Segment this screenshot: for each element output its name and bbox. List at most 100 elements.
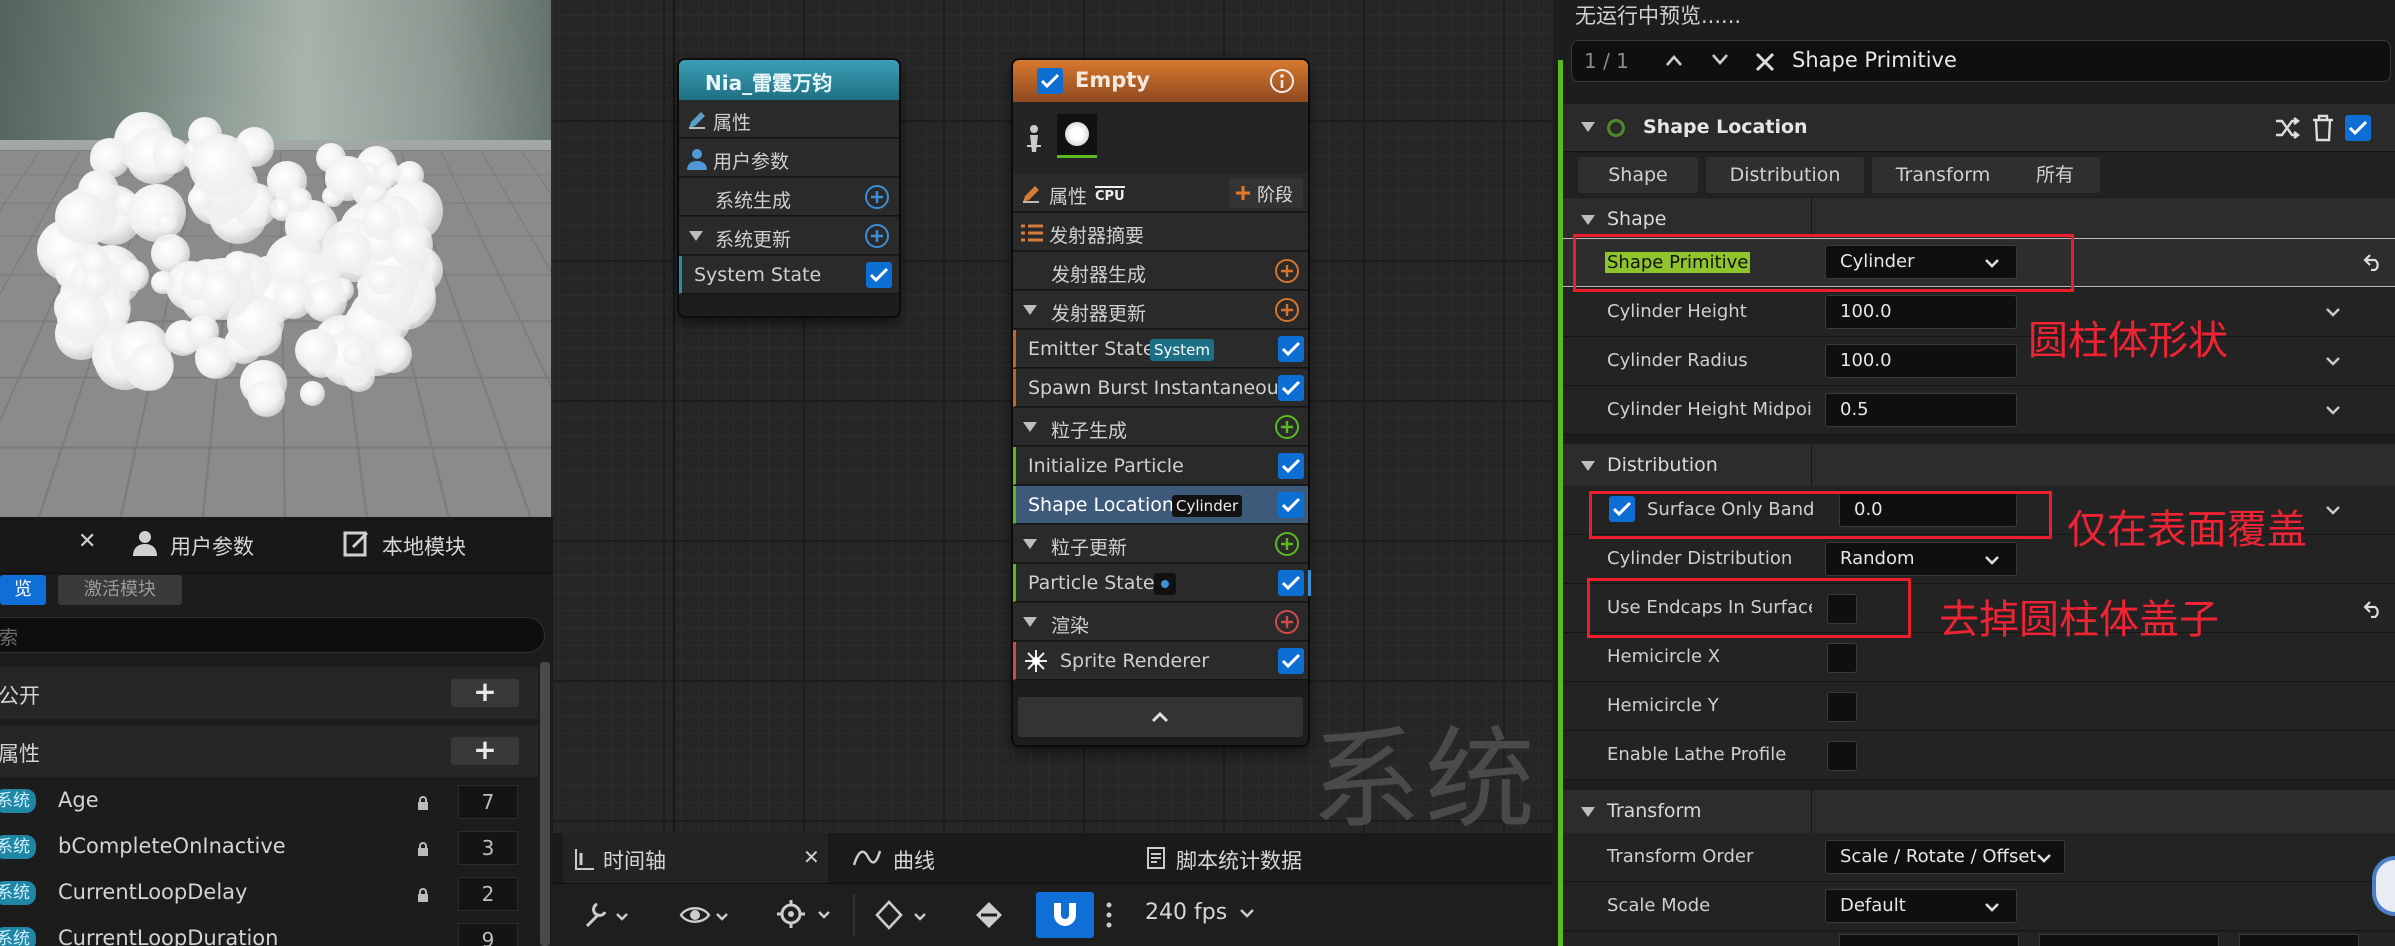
module-sprite-renderer[interactable]: Sprite Renderer (1013, 642, 1308, 680)
info-icon[interactable] (1269, 68, 1295, 94)
collapse-triangle-icon[interactable] (1023, 617, 1037, 627)
emitter-enabled-checkbox[interactable] (1037, 68, 1063, 94)
filter-tab-all[interactable]: 所有 (2010, 157, 2100, 193)
emitter-summary-row[interactable]: 发射器摘要 (1013, 213, 1308, 251)
shuffle-icon[interactable] (2275, 116, 2301, 140)
attribute-row[interactable]: 系统 CurrentLoopDelay 2 (0, 876, 538, 912)
prop-transform-order[interactable]: Transform Order Scale / Rotate / Offset (1563, 833, 2395, 882)
chevron-down-icon[interactable] (2325, 505, 2341, 515)
close-icon[interactable]: ✕ (78, 529, 96, 554)
trash-icon[interactable] (2311, 114, 2335, 142)
tab-script-stats[interactable]: 脚本统计数据 (1176, 845, 1302, 875)
distribution-dropdown[interactable]: Random (1825, 542, 2017, 576)
scrollbar-thumb[interactable] (540, 662, 550, 946)
add-circle-icon[interactable] (1275, 532, 1299, 556)
enabled-checkbox[interactable] (1278, 336, 1304, 362)
system-node-header[interactable]: Nia_雷霆万钧 (679, 60, 899, 100)
collapse-triangle-icon[interactable] (1023, 305, 1037, 315)
lathe-profile-checkbox[interactable] (1827, 741, 1857, 771)
snap-key-icon[interactable] (973, 900, 1005, 930)
reset-arrow-icon[interactable] (2363, 600, 2383, 618)
module-particle-state[interactable]: Particle State (1013, 564, 1311, 602)
cylinder-height-input[interactable]: 100.0 (1825, 295, 2017, 329)
enabled-checkbox[interactable] (866, 262, 892, 288)
more-options-icon[interactable] (1106, 902, 1112, 928)
attribute-row[interactable]: 系统 bCompleteOnInactive 3 (0, 830, 538, 866)
system-node[interactable]: Nia_雷霆万钧 属性 用户参数 系统生成 系统更新 System State (679, 60, 899, 316)
filter-tab-shape[interactable]: Shape (1578, 157, 1698, 193)
add-circle-icon[interactable] (1275, 610, 1299, 634)
preview-viewport[interactable] (0, 0, 553, 517)
collapse-triangle-icon[interactable] (1023, 539, 1037, 549)
module-initialize-particle[interactable]: Initialize Particle (1013, 447, 1308, 485)
chevron-down-icon[interactable] (2325, 405, 2341, 415)
system-state-row[interactable]: System State (679, 256, 899, 294)
particle-update-row[interactable]: 粒子更新 (1013, 525, 1308, 563)
details-search-bar[interactable]: 1 / 1 Shape Primitive (1571, 40, 2391, 82)
filter-tab-transform[interactable]: Transform (1872, 157, 2014, 193)
module-enabled-checkbox[interactable] (2345, 115, 2371, 141)
module-spawn-burst[interactable]: Spawn Burst Instantaneous (1013, 369, 1308, 407)
collapse-node-button[interactable] (1018, 697, 1303, 737)
emitter-node[interactable]: Empty 属性 CPU 阶段 发射器摘要 发射器生成 发射器更新 Emitte… (1013, 60, 1311, 745)
magnet-snap-button[interactable] (1036, 892, 1094, 938)
collapse-triangle-icon[interactable] (689, 231, 703, 241)
add-circle-icon[interactable] (1275, 415, 1299, 439)
category-transform[interactable]: Transform (1563, 790, 2395, 834)
enabled-checkbox[interactable] (1278, 453, 1304, 479)
collapse-triangle-icon[interactable] (1023, 422, 1037, 432)
height-midpoint-input[interactable]: 0.5 (1825, 393, 2017, 427)
scale-mode-dropdown[interactable]: Default (1825, 889, 2017, 923)
chevron-down-icon[interactable] (1710, 53, 1730, 67)
keyframe-icon[interactable] (875, 900, 933, 930)
collapse-triangle-icon[interactable] (1581, 215, 1595, 225)
add-stage-button[interactable]: 阶段 (1229, 178, 1303, 208)
subtab-overview[interactable]: 览 (0, 575, 46, 605)
add-circle-icon[interactable] (865, 224, 889, 248)
enabled-checkbox[interactable] (1278, 570, 1304, 596)
module-header[interactable]: Shape Location (1563, 104, 2395, 152)
sprite-thumbnail[interactable] (1057, 114, 1097, 158)
enabled-checkbox[interactable] (1278, 648, 1304, 674)
cylinder-radius-input[interactable]: 100.0 (1825, 344, 2017, 378)
gear-icon[interactable] (775, 898, 835, 930)
section-attributes[interactable]: 属性 + (0, 725, 538, 777)
system-user-params-row[interactable]: 用户参数 (679, 139, 899, 177)
chevron-up-icon[interactable] (1664, 53, 1684, 67)
system-spawn-row[interactable]: 系统生成 (679, 178, 899, 216)
add-circle-icon[interactable] (1275, 298, 1299, 322)
scrollbar-track[interactable] (540, 662, 550, 946)
emitter-spawn-row[interactable]: 发射器生成 (1013, 252, 1308, 290)
fps-dropdown[interactable]: 240 fps (1145, 900, 1227, 925)
search-input[interactable]: 索 (0, 617, 545, 653)
chevron-down-icon[interactable] (2325, 356, 2341, 366)
add-attribute-button[interactable]: + (451, 736, 519, 765)
render-row[interactable]: 渲染 (1013, 603, 1308, 641)
close-icon[interactable] (1754, 51, 1776, 73)
hemicircle-x-checkbox[interactable] (1827, 643, 1857, 673)
attribute-row[interactable]: 系统 Age 7 (0, 784, 538, 820)
category-distribution[interactable]: Distribution (1563, 444, 2395, 488)
transform-order-dropdown[interactable]: Scale / Rotate / Offset (1825, 840, 2065, 874)
wrench-icon[interactable] (583, 900, 631, 930)
prop-cylinder-height[interactable]: Cylinder Height 100.0 (1563, 288, 2395, 337)
module-shape-location[interactable]: Shape Location Cylinder (1013, 486, 1308, 524)
tab-user-params[interactable]: 用户参数 (170, 531, 254, 561)
system-update-row[interactable]: 系统更新 (679, 217, 899, 255)
close-icon[interactable]: ✕ (803, 845, 820, 869)
prop-scale-mode[interactable]: Scale Mode Default (1563, 882, 2395, 931)
section-public[interactable]: 公开 + (0, 667, 538, 719)
chevron-down-icon[interactable] (2325, 307, 2341, 317)
chevron-down-icon[interactable] (1239, 908, 1255, 918)
add-public-button[interactable]: + (451, 678, 519, 707)
collapse-triangle-icon[interactable] (1581, 807, 1595, 817)
emitter-update-row[interactable]: 发射器更新 (1013, 291, 1308, 329)
reset-arrow-icon[interactable] (2363, 253, 2383, 271)
subtab-active-modules[interactable]: 激活模块 (58, 575, 182, 605)
emitter-props-row[interactable]: 属性 CPU 阶段 (1013, 174, 1308, 212)
tab-local-modules[interactable]: 本地模块 (382, 531, 466, 561)
collapse-triangle-icon[interactable] (1581, 122, 1595, 132)
prop-hemicircle-y[interactable]: Hemicircle Y (1563, 682, 2395, 731)
prop-enable-lathe-profile[interactable]: Enable Lathe Profile (1563, 731, 2395, 780)
system-props-row[interactable]: 属性 (679, 100, 899, 138)
